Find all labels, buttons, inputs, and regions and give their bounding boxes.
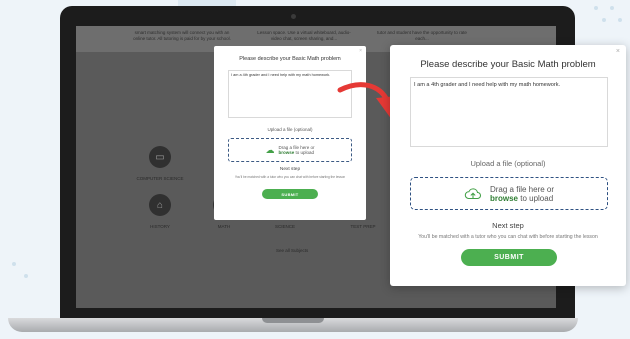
next-step-note: You'll be matched with a tutor who you c… [234, 175, 346, 179]
subject-label-math: MATH [217, 224, 231, 229]
browse-link[interactable]: browse [490, 194, 518, 203]
close-icon[interactable]: × [616, 48, 620, 55]
subject-label-computer-science: COMPUTER SCIENCE [136, 176, 184, 181]
problem-textarea[interactable]: I am a 4th grader and I need help with m… [410, 77, 608, 147]
see-all-subjects-link[interactable]: See all Subjects [276, 248, 308, 253]
drop-line-2: to upload [518, 193, 554, 203]
upload-label: Upload a file (optional) [470, 159, 546, 168]
laptop-notch [262, 318, 324, 323]
large-problem-modal: × Please describe your Basic Math proble… [390, 45, 626, 286]
next-step-label: Next step [279, 167, 301, 172]
drop-line-1: Drag a file here or [489, 184, 555, 194]
submit-button[interactable]: SUBMIT [262, 189, 318, 199]
file-dropzone[interactable]: ☁ Drag a file here or browse to upload [228, 138, 352, 162]
submit-button[interactable]: SUBMIT [461, 249, 557, 266]
cloud-upload-icon [464, 187, 481, 199]
close-icon[interactable]: × [359, 48, 362, 54]
dropzone-text: Drag a file here or browse to upload [490, 185, 554, 203]
next-step-note: You'll be matched with a tutor who you c… [418, 234, 598, 240]
monitor-icon[interactable]: ▭ [149, 146, 171, 168]
site-intro-text-2: Lesson space. Use a virtual whiteboard, … [257, 30, 351, 41]
drop-line-2: to upload [294, 150, 315, 155]
camera-dot [291, 14, 296, 19]
modal-title: Please describe your Basic Math problem [239, 56, 341, 62]
problem-textarea[interactable]: I am a 4th grader and I need help with m… [228, 70, 352, 118]
dropzone-text: Drag a file here or browse to upload [278, 145, 314, 155]
file-dropzone[interactable]: Drag a file here or browse to upload [410, 177, 608, 210]
subject-label-science: SCIENCE [274, 224, 295, 229]
site-intro-text-3: tutor and student have the opportunity t… [377, 30, 467, 41]
small-problem-modal: × Please describe your Basic Math proble… [214, 46, 366, 220]
site-intro-text-1: smart matching system will connect you w… [133, 30, 231, 41]
subject-label-history: HISTORY [150, 224, 170, 229]
browse-link[interactable]: browse [278, 150, 294, 155]
subject-label-test-prep: TEST PREP [350, 224, 376, 229]
modal-title: Please describe your Basic Math problem [420, 59, 596, 70]
next-step-label: Next step [492, 221, 524, 230]
cloud-upload-icon: ☁ [265, 144, 275, 155]
history-icon[interactable]: ⌂ [149, 194, 171, 216]
